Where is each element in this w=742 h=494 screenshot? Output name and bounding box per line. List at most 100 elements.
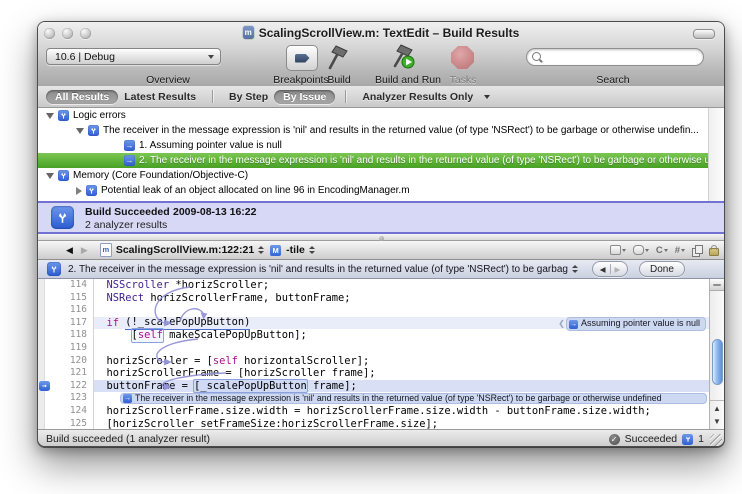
- toolbar-toggle-capsule-button[interactable]: [693, 29, 715, 39]
- filter-divider: [345, 90, 346, 103]
- titlebar[interactable]: m ScalingScrollView.m: TextEdit – Build …: [38, 22, 724, 44]
- split-editor-button[interactable]: [710, 279, 724, 291]
- breakpoints-menu-button[interactable]: [633, 245, 649, 255]
- build-succeeded-title: Build Succeeded: [85, 206, 170, 218]
- code-indent: [94, 317, 107, 330]
- step-arrow-icon: →: [124, 155, 135, 166]
- toolbar: 10.6 | Debug Overview Breakpoints Build: [38, 44, 724, 86]
- result-row[interactable]: →1. Assuming pointer value is null: [38, 138, 724, 153]
- file-popup[interactable]: ScalingScrollView.m:122:21: [116, 244, 254, 256]
- succeeded-check-icon: ✓: [609, 434, 620, 445]
- popup-stepper-icon[interactable]: [258, 246, 264, 254]
- history-back-button[interactable]: ◀: [62, 245, 77, 256]
- breakpoints-button[interactable]: [286, 45, 318, 71]
- disclosure-triangle-icon[interactable]: [46, 113, 54, 119]
- marker-menu-button[interactable]: #: [675, 245, 685, 256]
- filter-by-step[interactable]: By Step: [223, 91, 274, 103]
- code-token: self: [138, 329, 163, 341]
- code-indent: [94, 355, 107, 368]
- analyzer-results-count: 2 analyzer results: [85, 219, 167, 231]
- code-line[interactable]: horizScrollerFrame = [horizScroller fram…: [94, 367, 709, 380]
- popup-arrow-icon: [208, 55, 214, 59]
- result-row-text: The receiver in the message expression i…: [103, 125, 699, 136]
- bookmarks-menu-button[interactable]: [610, 245, 626, 255]
- code-pane[interactable]: NSScroller *horizScroller; NSRect horizS…: [94, 279, 709, 429]
- results-scrollbar-track[interactable]: [708, 108, 724, 201]
- disclosure-triangle-icon[interactable]: [76, 187, 82, 195]
- build-summary-bar[interactable]: Build Succeeded 2009-08-13 16:22 2 analy…: [38, 201, 724, 234]
- filter-latest-results[interactable]: Latest Results: [118, 91, 202, 103]
- next-issue-button[interactable]: ▶: [611, 265, 625, 274]
- code-line[interactable]: [horizScroller setFrameSize:horizScrolle…: [94, 418, 709, 429]
- splitter-dimple-icon: [379, 236, 384, 241]
- analyzer-fork-icon[interactable]: [682, 434, 693, 445]
- done-button[interactable]: Done: [639, 261, 685, 277]
- result-row[interactable]: The receiver in the message expression i…: [38, 123, 724, 138]
- code-token: buttonFrame =: [107, 380, 195, 393]
- class-menu-button[interactable]: C: [656, 245, 668, 256]
- result-row[interactable]: Logic errors: [38, 108, 724, 123]
- code-token: if: [107, 317, 120, 330]
- succeeded-label: Succeeded: [625, 433, 678, 445]
- arrow-icon: →: [569, 320, 578, 329]
- analyzer-fork-icon: [58, 110, 69, 121]
- lock-icon[interactable]: [709, 248, 719, 256]
- scrollbar-thumb[interactable]: [712, 339, 723, 385]
- code-line[interactable]: horizScroller = [self horizontalScroller…: [94, 355, 709, 368]
- source-editor[interactable]: 114115116117118119120121122→123124125126…: [38, 279, 724, 429]
- nav-bar-menus: C #: [610, 244, 724, 256]
- issue-prev-next-buttons[interactable]: ◀ ▶: [592, 261, 628, 277]
- code-line[interactable]: buttonFrame = [_scalePopUpButton frame];: [94, 380, 709, 393]
- code-line[interactable]: →The receiver in the message expression …: [94, 392, 709, 405]
- result-row[interactable]: →2. The receiver in the message expressi…: [38, 153, 724, 168]
- code-line[interactable]: NSRect horizScrollerFrame, buttonFrame;: [94, 292, 709, 305]
- search-input[interactable]: [526, 48, 704, 66]
- gutter-line: 115: [38, 292, 93, 305]
- code-token: frame];: [307, 380, 357, 393]
- issue-stepper-icon[interactable]: [572, 265, 578, 273]
- code-token: horizontalScroller];: [238, 355, 369, 368]
- gutter-line: 125: [38, 418, 93, 429]
- history-forward-button[interactable]: ▶: [77, 245, 92, 256]
- gutter-line: 122→: [38, 380, 93, 393]
- disclosure-triangle-icon[interactable]: [76, 128, 84, 134]
- code-token: makeScalePopUpButton];: [163, 329, 307, 342]
- result-row-text: 1. Assuming pointer value is null: [139, 140, 282, 151]
- code-token: horizScroller = [: [107, 355, 213, 368]
- editor-scrollbar[interactable]: ▲▼: [709, 279, 724, 429]
- code-line[interactable]: NSScroller *horizScroller;: [94, 279, 709, 292]
- issue-description: 2. The receiver in the message expressio…: [68, 264, 568, 275]
- code-line[interactable]: if (!_scalePopUpButton)❮→Assuming pointe…: [94, 317, 709, 330]
- arrow-icon: →: [123, 394, 132, 403]
- build-and-run-hammer-icon[interactable]: [388, 44, 420, 70]
- result-row[interactable]: Potential leak of an object allocated on…: [38, 183, 724, 198]
- build-hammer-icon[interactable]: [323, 44, 355, 70]
- document-proxy-icon[interactable]: m: [243, 26, 254, 39]
- screenshot-stage: m ScalingScrollView.m: TextEdit – Build …: [0, 0, 742, 494]
- gutter-line: 118: [38, 329, 93, 342]
- code-line[interactable]: [94, 342, 709, 355]
- popup-stepper-icon[interactable]: [309, 246, 315, 254]
- code-line[interactable]: [self makeScalePopUpButton];: [94, 329, 709, 342]
- filter-by-issue[interactable]: By Issue: [274, 90, 335, 104]
- overview-popup-value: 10.6 | Debug: [55, 51, 115, 63]
- filter-all-results[interactable]: All Results: [46, 90, 118, 104]
- chevron-down-icon[interactable]: [484, 95, 490, 99]
- result-row[interactable]: Memory (Core Foundation/Objective-C): [38, 168, 724, 183]
- filter-analyzer-only[interactable]: Analyzer Results Only: [356, 91, 479, 103]
- gutter-line: 114: [38, 279, 93, 292]
- tasks-stop-icon: [451, 46, 474, 69]
- counterpart-icon[interactable]: [692, 245, 702, 255]
- disclosure-triangle-icon[interactable]: [46, 173, 54, 179]
- analyzer-fork-icon: [51, 206, 74, 229]
- method-popup[interactable]: -tile: [286, 244, 305, 256]
- scrollbar-arrows[interactable]: ▲▼: [710, 400, 724, 429]
- overview-popup[interactable]: 10.6 | Debug: [46, 48, 221, 65]
- analyzer-gutter-badge-icon[interactable]: →: [39, 381, 50, 392]
- search-icon: [532, 52, 541, 61]
- code-line[interactable]: horizScrollerFrame.size.width = horizScr…: [94, 405, 709, 418]
- prev-issue-button[interactable]: ◀: [596, 265, 610, 274]
- pane-splitter[interactable]: [38, 234, 724, 241]
- resize-grip[interactable]: [710, 434, 722, 446]
- code-line[interactable]: [94, 304, 709, 317]
